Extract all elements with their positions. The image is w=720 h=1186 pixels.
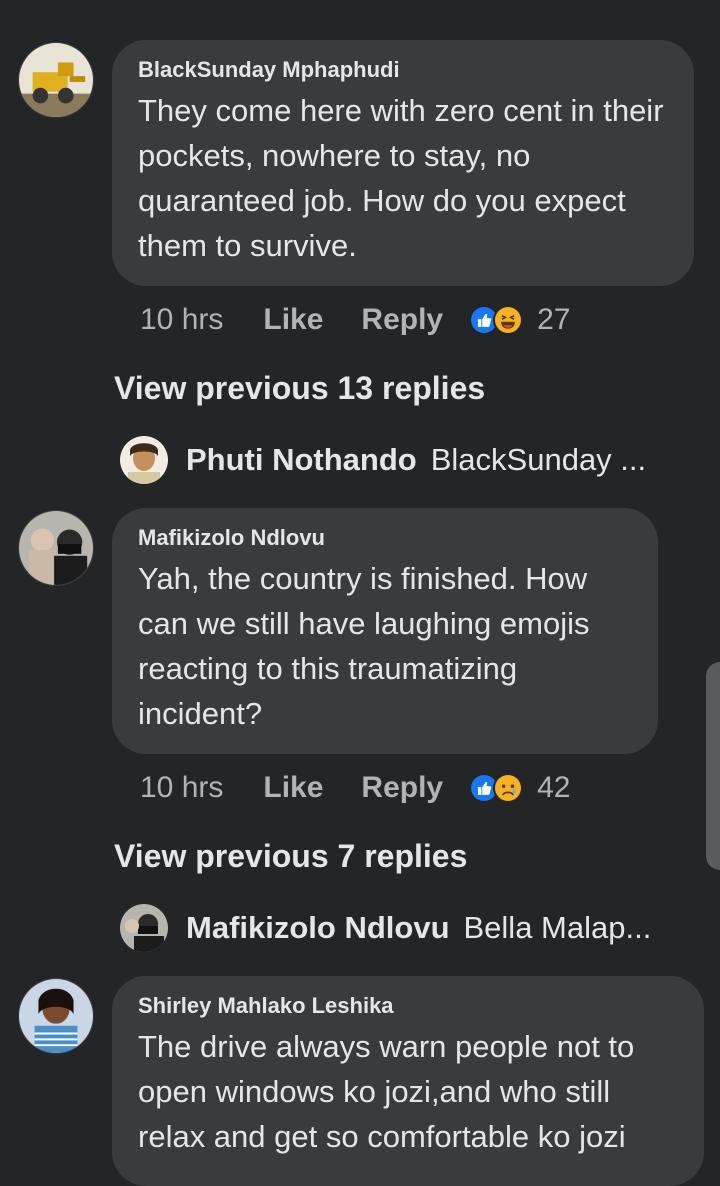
- reply-preview-row[interactable]: Mafikizolo Ndlovu Bella Malap...: [120, 904, 651, 952]
- avatar-phuti[interactable]: [120, 436, 168, 484]
- view-previous-replies[interactable]: View previous 13 replies: [114, 370, 485, 407]
- avatar-image: [19, 511, 93, 585]
- reply-button[interactable]: Reply: [361, 303, 443, 337]
- comment-author[interactable]: BlackSunday Mphaphudi: [138, 56, 668, 84]
- reactions-summary[interactable]: [469, 773, 524, 803]
- comment-bubble[interactable]: Shirley Mahlako Leshika The drive always…: [112, 976, 704, 1186]
- reaction-count[interactable]: 42: [537, 771, 570, 805]
- comment-text: They come here with zero cent in their p…: [138, 93, 664, 263]
- avatar-image: [19, 979, 93, 1053]
- scrollbar-handle[interactable]: [706, 662, 720, 870]
- comment-actions: 10 hrs Like Reply 42: [140, 766, 571, 810]
- comment-actions: 10 hrs Like Reply 27: [140, 298, 571, 342]
- avatar-mafikizolo-small[interactable]: [120, 904, 168, 952]
- reply-author[interactable]: Mafikizolo Ndlovu: [186, 910, 450, 946]
- reply-author[interactable]: Phuti Nothando: [186, 442, 417, 478]
- reaction-count[interactable]: 27: [537, 303, 570, 337]
- comment-text: Yah, the country is finished. How can we…: [138, 561, 590, 731]
- reactions-summary[interactable]: [469, 305, 524, 335]
- comment-author[interactable]: Mafikizolo Ndlovu: [138, 524, 632, 552]
- comment-bubble[interactable]: Mafikizolo Ndlovu Yah, the country is fi…: [112, 508, 658, 754]
- avatar-image: [19, 43, 93, 117]
- avatar-blacksunday[interactable]: [18, 42, 94, 118]
- avatar-mafikizolo[interactable]: [18, 510, 94, 586]
- reply-preview-text: BlackSunday ...: [430, 442, 647, 477]
- sad-icon: [493, 773, 524, 803]
- reply-button[interactable]: Reply: [361, 771, 443, 805]
- avatar-shirley[interactable]: [18, 978, 94, 1054]
- reply-preview-row[interactable]: Phuti Nothando BlackSunday ...: [120, 436, 646, 484]
- reply-preview-text: Bella Malap...: [463, 910, 652, 945]
- comment-time[interactable]: 10 hrs: [140, 771, 223, 805]
- comment-bubble[interactable]: BlackSunday Mphaphudi They come here wit…: [112, 40, 694, 286]
- comment-author[interactable]: Shirley Mahlako Leshika: [138, 992, 678, 1020]
- like-button[interactable]: Like: [263, 771, 323, 805]
- laugh-icon: [493, 305, 524, 335]
- comment-text: The drive always warn people not to open…: [138, 1029, 635, 1154]
- like-button[interactable]: Like: [263, 303, 323, 337]
- comment-time[interactable]: 10 hrs: [140, 303, 223, 337]
- view-previous-replies[interactable]: View previous 7 replies: [114, 838, 467, 875]
